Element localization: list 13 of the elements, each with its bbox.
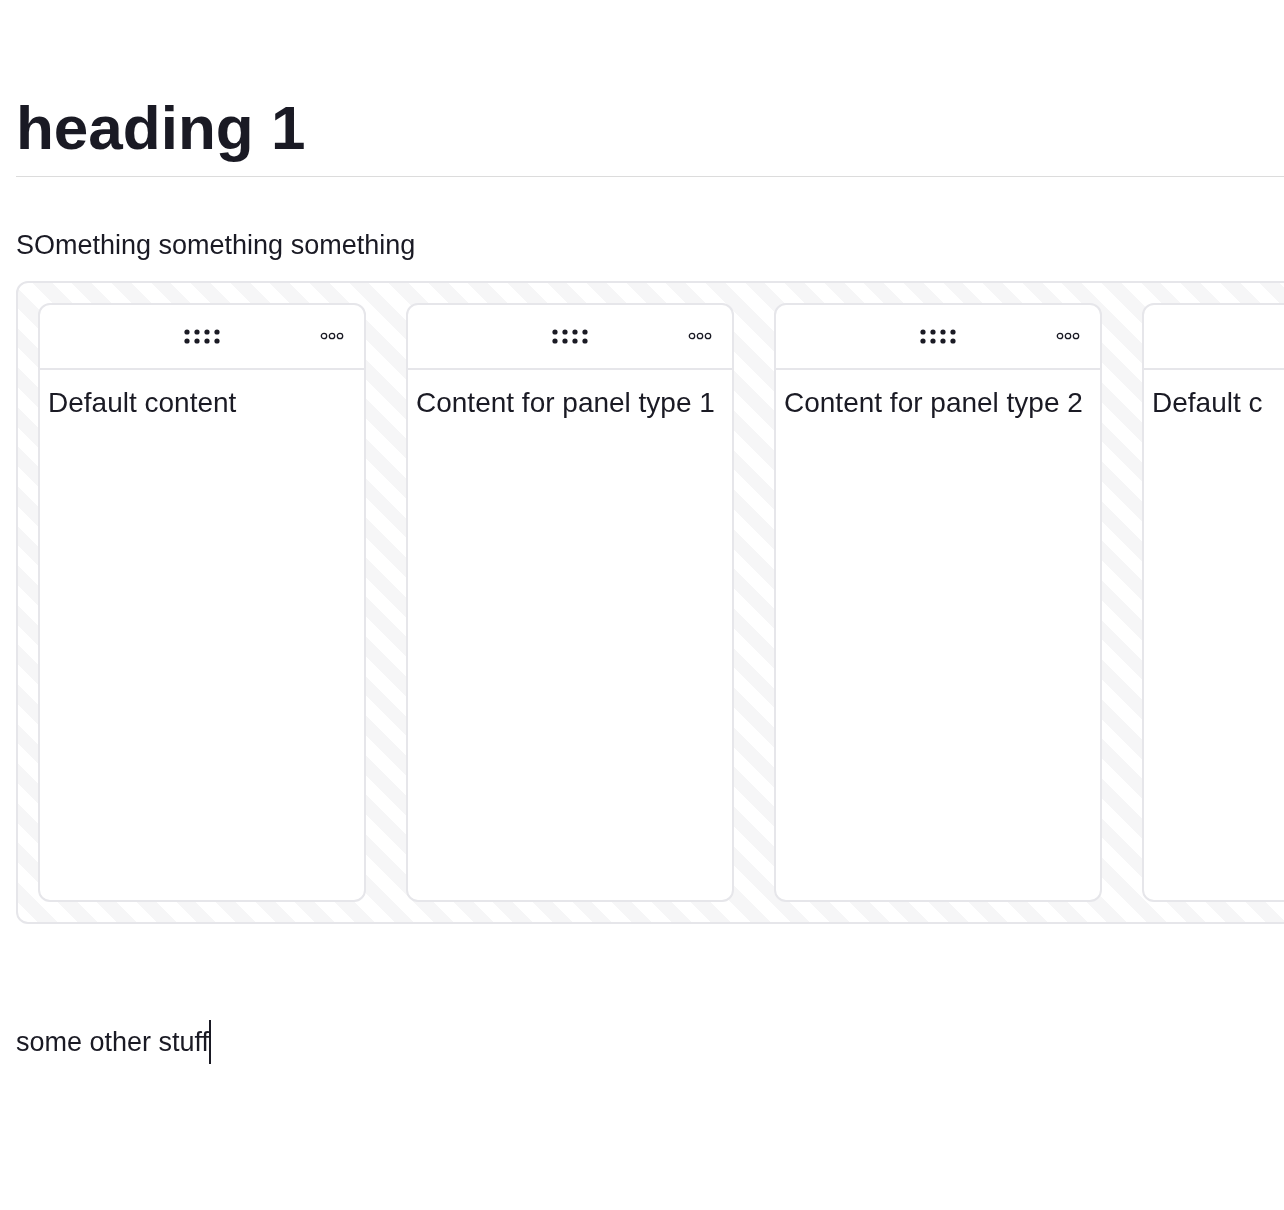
panel-content: Default content [48, 386, 237, 420]
more-options-icon[interactable] [1056, 332, 1080, 340]
more-options-icon[interactable] [320, 332, 344, 340]
body-text: some other stuff [16, 1026, 210, 1059]
drag-handle-icon[interactable] [183, 329, 221, 344]
panel-content: Default c [1152, 386, 1263, 420]
drag-handle-icon[interactable] [919, 329, 957, 344]
more-options-icon[interactable] [688, 332, 712, 340]
drag-handle-icon[interactable] [551, 329, 589, 344]
panel-content: Content for panel type 2 [784, 386, 1083, 420]
panel-content: Content for panel type 1 [416, 386, 715, 420]
intro-text: SOmething something something [16, 229, 416, 262]
page-heading: heading 1 [16, 92, 306, 164]
